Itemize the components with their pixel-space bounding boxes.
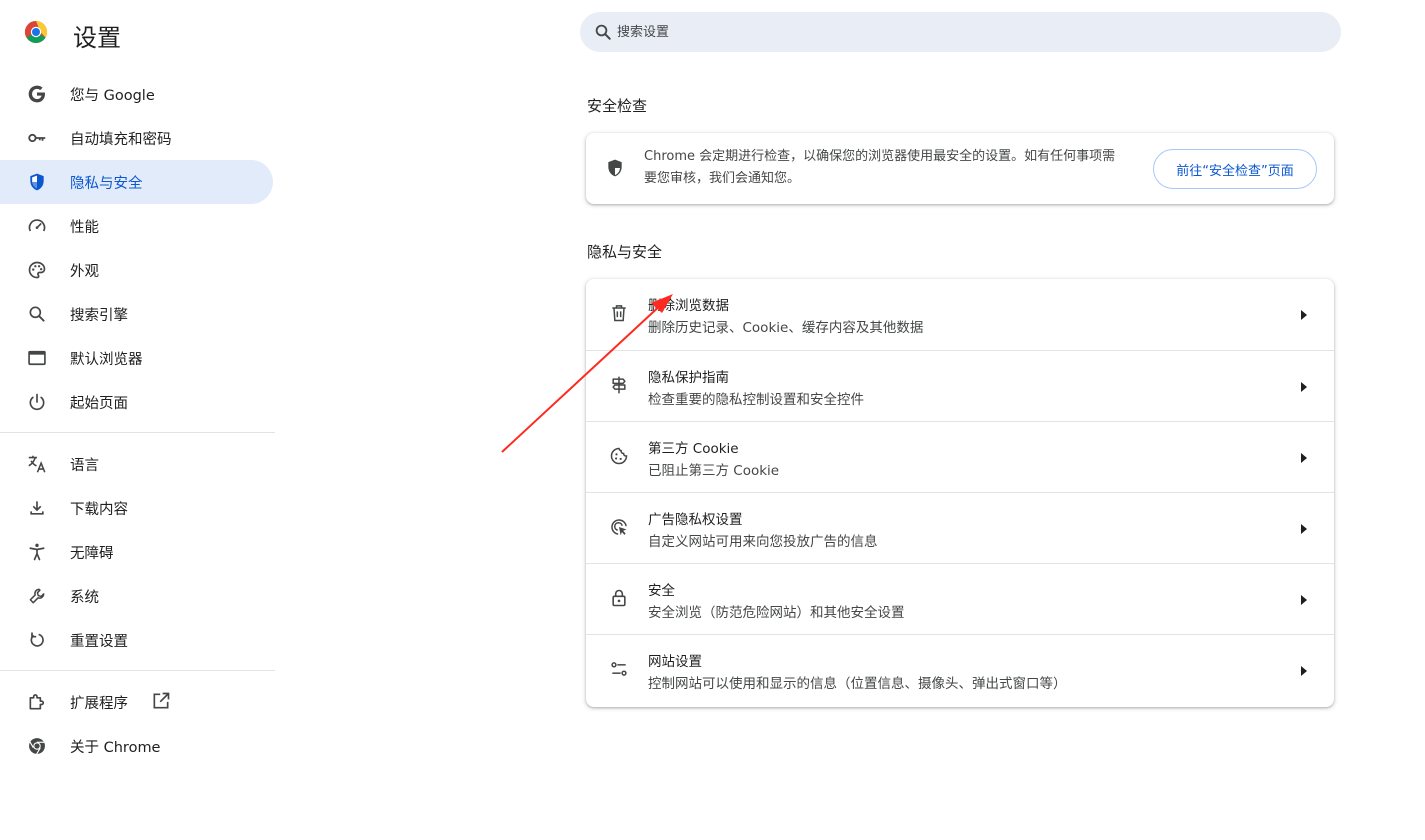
chrome-logo-icon xyxy=(24,21,48,43)
row-subtitle: 已阻止第三方 Cookie xyxy=(648,463,780,479)
row-title: 隐私保护指南 xyxy=(648,370,729,386)
browser-window-icon xyxy=(26,347,48,369)
tune-icon xyxy=(611,662,627,676)
sidebar-item-label: 下载内容 xyxy=(70,501,128,518)
sidebar-item-autofill[interactable]: 自动填充和密码 xyxy=(0,116,273,160)
sidebar: 您与 Google 自动填充和密码 隐私与安全 性能 外观 搜索引擎 默认浏览器… xyxy=(0,72,275,768)
download-icon xyxy=(26,497,48,519)
cookie-icon xyxy=(610,447,628,465)
key-icon xyxy=(26,127,48,149)
section-title-privacy: 隐私与安全 xyxy=(587,243,663,261)
sidebar-item-label: 性能 xyxy=(70,219,99,236)
speedometer-icon xyxy=(26,215,48,237)
sidebar-item-label: 搜索引擎 xyxy=(70,307,128,324)
row-title: 广告隐私权设置 xyxy=(648,512,743,528)
sidebar-item-downloads[interactable]: 下载内容 xyxy=(0,486,273,530)
arrow-right-icon xyxy=(1301,453,1307,463)
row-title: 网站设置 xyxy=(648,654,702,670)
power-icon xyxy=(26,391,48,413)
arrow-right-icon xyxy=(1301,382,1307,392)
sidebar-item-privacy[interactable]: 隐私与安全 xyxy=(0,160,273,204)
sidebar-item-label: 重置设置 xyxy=(70,633,128,650)
arrow-right-icon xyxy=(1301,524,1307,534)
sidebar-item-extensions[interactable]: 扩展程序 xyxy=(0,680,273,724)
sidebar-item-about-chrome[interactable]: 关于 Chrome xyxy=(0,724,273,768)
sidebar-item-label: 隐私与安全 xyxy=(70,175,143,192)
puzzle-icon xyxy=(26,691,48,713)
arrow-right-icon xyxy=(1301,595,1307,605)
row-clear-browsing-data[interactable]: 删除浏览数据 删除历史记录、Cookie、缓存内容及其他数据 xyxy=(586,279,1334,350)
row-ad-privacy[interactable]: 广告隐私权设置 自定义网站可用来向您投放广告的信息 xyxy=(586,492,1334,563)
reset-icon xyxy=(26,629,48,651)
row-subtitle: 删除历史记录、Cookie、缓存内容及其他数据 xyxy=(648,320,924,336)
sidebar-item-appearance[interactable]: 外观 xyxy=(0,248,273,292)
sidebar-item-label: 语言 xyxy=(70,457,99,474)
row-subtitle: 控制网站可以使用和显示的信息（位置信息、摄像头、弹出式窗口等） xyxy=(648,676,1067,692)
sidebar-item-label: 扩展程序 xyxy=(70,695,128,712)
shield-icon xyxy=(26,171,48,193)
sidebar-item-languages[interactable]: 语言 xyxy=(0,442,273,486)
sidebar-item-label: 关于 Chrome xyxy=(70,739,161,756)
open-in-new-icon[interactable] xyxy=(151,691,171,711)
row-title: 删除浏览数据 xyxy=(648,298,729,314)
sidebar-item-search-engine[interactable]: 搜索引擎 xyxy=(0,292,273,336)
arrow-right-icon xyxy=(1301,666,1307,676)
search-icon xyxy=(26,303,48,325)
sidebar-item-system[interactable]: 系统 xyxy=(0,574,273,618)
section-title-safety-check: 安全检查 xyxy=(587,97,648,115)
search-input[interactable] xyxy=(617,12,1297,52)
row-subtitle: 安全浏览（防范危险网站）和其他安全设置 xyxy=(648,605,905,621)
row-title: 第三方 Cookie xyxy=(648,441,739,457)
accessibility-icon xyxy=(26,541,48,563)
go-to-safety-check-button[interactable]: 前往“安全检查”页面 xyxy=(1153,149,1317,189)
translate-icon xyxy=(26,453,48,475)
sidebar-item-label: 系统 xyxy=(70,589,99,606)
sidebar-item-you-and-google[interactable]: 您与 Google xyxy=(0,72,273,116)
arrow-right-icon xyxy=(1301,310,1307,320)
shield-icon xyxy=(608,159,622,177)
row-privacy-guide[interactable]: 隐私保护指南 检查重要的隐私控制设置和安全控件 xyxy=(586,350,1334,421)
safety-check-description: Chrome 会定期进行检查，以确保您的浏览器使用最安全的设置。如有任何事项需要… xyxy=(644,149,1116,186)
palette-icon xyxy=(26,259,48,281)
row-third-party-cookies[interactable]: 第三方 Cookie 已阻止第三方 Cookie xyxy=(586,421,1334,492)
sidebar-item-label: 外观 xyxy=(70,263,99,280)
sidebar-item-reset[interactable]: 重置设置 xyxy=(0,618,273,662)
sidebar-item-label: 您与 Google xyxy=(70,87,155,104)
sidebar-divider xyxy=(0,670,275,671)
row-title: 安全 xyxy=(648,583,675,599)
sidebar-item-label: 默认浏览器 xyxy=(70,351,143,368)
row-site-settings[interactable]: 网站设置 控制网站可以使用和显示的信息（位置信息、摄像头、弹出式窗口等） xyxy=(586,634,1334,705)
signpost-icon xyxy=(612,376,626,394)
sidebar-item-label: 起始页面 xyxy=(70,395,128,412)
row-subtitle: 自定义网站可用来向您投放广告的信息 xyxy=(648,534,878,550)
sidebar-item-label: 无障碍 xyxy=(70,545,114,562)
chrome-icon xyxy=(26,735,48,757)
row-security[interactable]: 安全 安全浏览（防范危险网站）和其他安全设置 xyxy=(586,563,1334,634)
sidebar-item-performance[interactable]: 性能 xyxy=(0,204,273,248)
search-icon xyxy=(595,24,611,40)
sidebar-item-default-browser[interactable]: 默认浏览器 xyxy=(0,336,273,380)
sidebar-item-accessibility[interactable]: 无障碍 xyxy=(0,530,273,574)
ad-target-icon xyxy=(611,519,627,536)
google-g-icon xyxy=(26,83,48,105)
lock-icon xyxy=(612,589,626,607)
trash-icon xyxy=(612,305,626,322)
wrench-icon xyxy=(26,585,48,607)
sidebar-item-on-startup[interactable]: 起始页面 xyxy=(0,380,273,424)
safety-check-card: Chrome 会定期进行检查，以确保您的浏览器使用最安全的设置。如有任何事项需要… xyxy=(586,133,1334,204)
sidebar-divider xyxy=(0,432,275,433)
sidebar-item-label: 自动填充和密码 xyxy=(70,131,172,148)
row-subtitle: 检查重要的隐私控制设置和安全控件 xyxy=(648,392,864,408)
privacy-settings-card: 删除浏览数据 删除历史记录、Cookie、缓存内容及其他数据 隐私保护指南 检查… xyxy=(586,279,1334,707)
search-box[interactable] xyxy=(580,12,1341,52)
page-title: 设置 xyxy=(73,24,121,52)
header: 设置 xyxy=(0,0,1425,64)
